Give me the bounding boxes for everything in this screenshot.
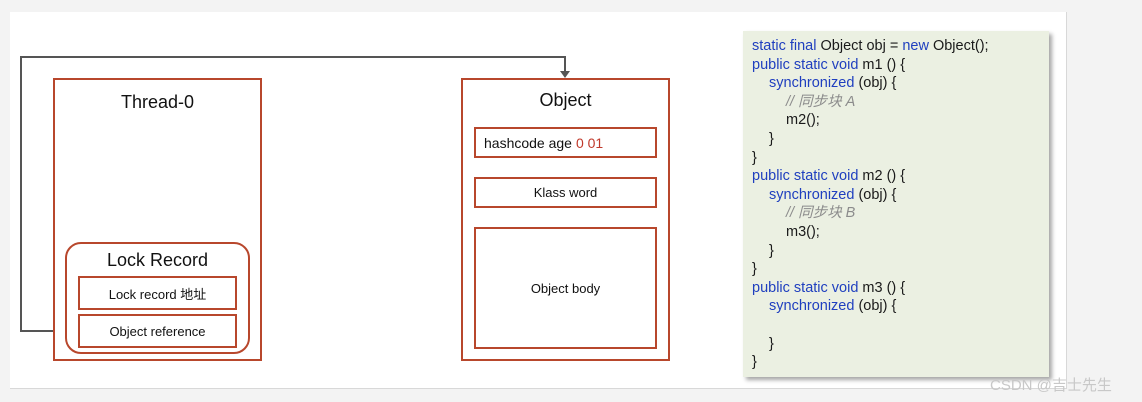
code-line: public static void m3 () { [752, 279, 906, 296]
code-line: m3(); [786, 223, 820, 240]
object-reference-slot: Object reference [78, 314, 237, 348]
code-line: public static void m1 () { [752, 56, 906, 73]
lock-record-address-slot: Lock record 地址 [78, 276, 237, 310]
lock-record-title: Lock Record [106, 250, 209, 270]
code-line: } [752, 149, 757, 166]
watermark: CSDN @吉士先生 [990, 377, 1112, 394]
mark-word-slot: hashcode age 0 01 [474, 127, 657, 158]
code-snippet: static final Object obj = new Object(); … [743, 31, 1049, 377]
klass-word-slot: Klass word [474, 177, 657, 208]
thread-title: Thread-0 [120, 92, 195, 112]
code-line: static final Object obj = new Object(); [752, 38, 989, 54]
code-comment: // 同步块 A [786, 93, 856, 110]
mark-word-bits: 0 01 [575, 134, 604, 151]
code-line: } [769, 242, 774, 259]
code-line: public static void m2 () { [752, 168, 906, 185]
mark-word-label: hashcode age [484, 134, 572, 151]
code-comment: // 同步块 B [786, 205, 856, 222]
code-line: } [752, 261, 757, 278]
arrow-head-icon [560, 71, 570, 78]
code-line: synchronized (obj) { [769, 186, 897, 203]
object-title: Object [539, 90, 592, 110]
code-line: } [752, 354, 757, 371]
code-line: m2(); [786, 112, 820, 129]
object-body-slot: Object body [474, 227, 657, 349]
code-line: synchronized (obj) { [769, 75, 897, 92]
code-line: } [769, 335, 774, 352]
code-line: synchronized (obj) { [769, 298, 897, 315]
code-line: } [769, 130, 774, 147]
